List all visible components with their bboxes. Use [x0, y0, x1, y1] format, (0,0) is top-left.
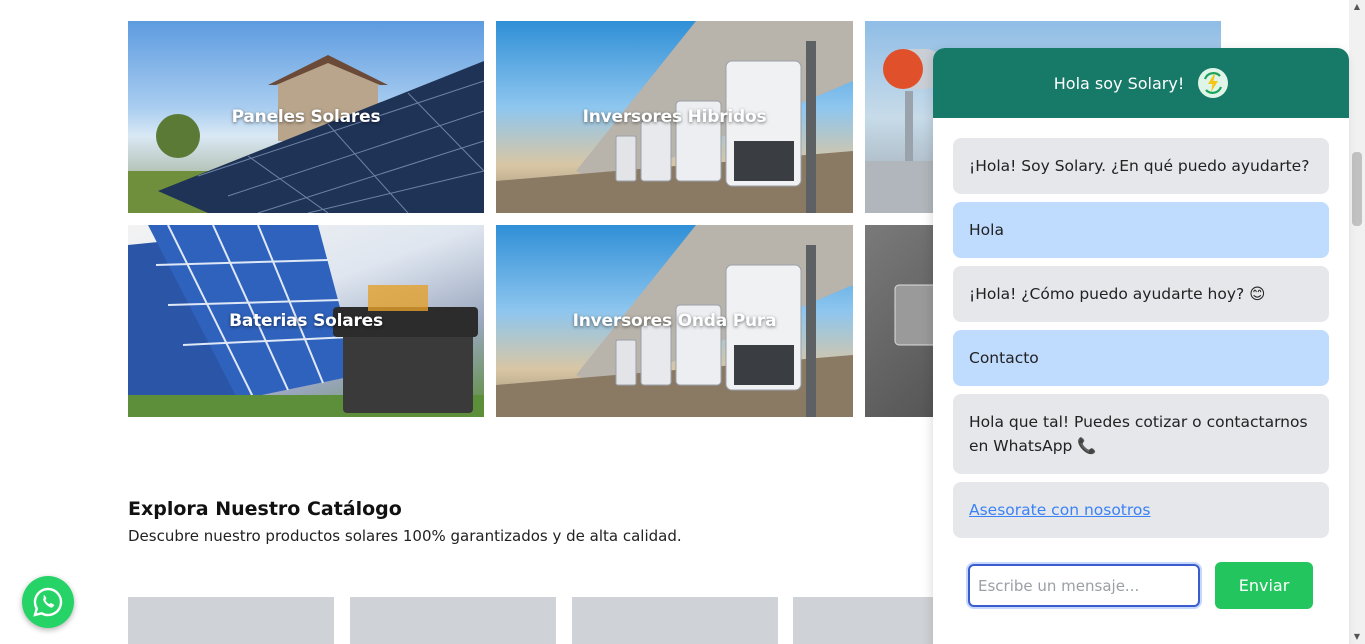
- chat-widget: Hola soy Solary! ¡Hola! Soy Solary. ¿En …: [933, 48, 1349, 644]
- catalog-subtitle: Descubre nuestro productos solares 100% …: [128, 527, 682, 545]
- category-tile-inversores-onda-pura[interactable]: Inversores Onda Pura: [496, 225, 853, 417]
- category-label: Baterias Solares: [229, 311, 383, 331]
- whatsapp-icon: [33, 587, 63, 617]
- chat-message-input[interactable]: [968, 564, 1200, 607]
- product-card-placeholder[interactable]: [572, 597, 778, 644]
- product-card-placeholder[interactable]: [128, 597, 334, 644]
- chat-message-bot: Asesorate con nosotros: [953, 482, 1329, 538]
- catalog-title: Explora Nuestro Catálogo: [128, 498, 402, 520]
- chat-title: Hola soy Solary!: [1053, 73, 1185, 93]
- category-tile-paneles-solares[interactable]: Paneles Solares: [128, 21, 484, 213]
- chat-message-bot: ¡Hola! ¿Cómo puedo ayudarte hoy? 😊: [953, 266, 1329, 322]
- chat-message-user: Hola: [953, 202, 1329, 258]
- category-label: Inversores Hibridos: [582, 107, 767, 127]
- chat-message-user: Contacto: [953, 330, 1329, 386]
- chat-message-bot: ¡Hola! Soy Solary. ¿En qué puedo ayudart…: [953, 138, 1329, 194]
- category-tile-inversores-hibridos[interactable]: Inversores Hibridos: [496, 21, 853, 213]
- category-label: Inversores Onda Pura: [572, 311, 777, 331]
- chat-header: Hola soy Solary!: [933, 48, 1349, 118]
- whatsapp-button[interactable]: [22, 576, 74, 628]
- asesorate-link[interactable]: Asesorate con nosotros: [969, 498, 1150, 522]
- bolt-recycle-icon: [1198, 68, 1229, 98]
- category-tile-baterias-solares[interactable]: Baterias Solares: [128, 225, 484, 417]
- category-label: Paneles Solares: [231, 107, 381, 127]
- send-button[interactable]: Enviar: [1215, 562, 1313, 609]
- scrollbar-thumb[interactable]: [1352, 152, 1362, 226]
- product-card-placeholder[interactable]: [350, 597, 556, 644]
- scroll-up-icon[interactable]: ▲: [1352, 2, 1362, 12]
- chat-message-bot: Hola que tal! Puedes cotizar o contactar…: [953, 394, 1329, 474]
- page-scrollbar[interactable]: [1349, 0, 1365, 644]
- scroll-down-icon[interactable]: ▼: [1352, 632, 1362, 642]
